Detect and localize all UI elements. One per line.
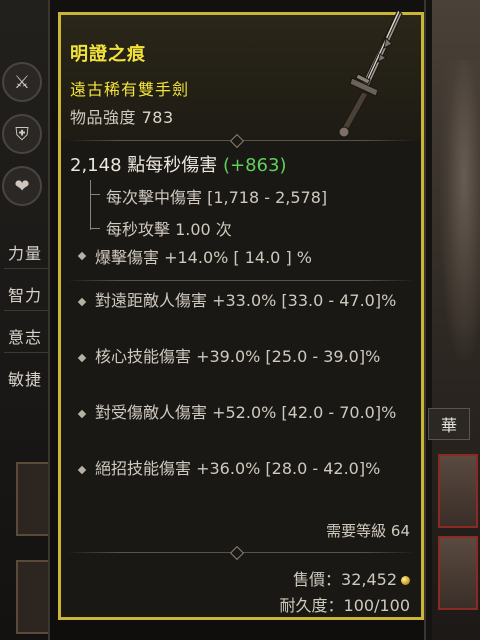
sell-price-label: 售價： bbox=[293, 570, 342, 589]
affix-line: 核心技能傷害 +39.0% [25.0 - 39.0]% bbox=[95, 347, 381, 366]
divider bbox=[66, 280, 416, 281]
sell-price: 售價：32,452 bbox=[293, 566, 410, 590]
dps-bonus: (+863) bbox=[223, 155, 287, 176]
shield-icon[interactable]: ⛨ bbox=[2, 114, 42, 154]
sell-price-value: 32,452 bbox=[341, 570, 397, 589]
affix-line: 對遠距敵人傷害 +33.0% [33.0 - 47.0]% bbox=[95, 291, 397, 310]
gold-coin-icon bbox=[401, 576, 410, 585]
stat-strength-label: 力量 bbox=[8, 244, 43, 263]
implicit-affix: 爆擊傷害 +14.0% [ 14.0 ] % bbox=[95, 248, 312, 267]
durability-label: 耐久度： bbox=[279, 596, 344, 615]
item-type: 遠古稀有雙手劍 bbox=[70, 80, 190, 99]
attacks-per-second: 每秒攻擊 1.00 次 bbox=[106, 220, 232, 239]
item-power-label: 物品強度 bbox=[70, 108, 137, 127]
tab-label[interactable]: 華 bbox=[428, 408, 470, 440]
durability: 耐久度：100/100 bbox=[280, 592, 410, 616]
dps-value: 2,148 bbox=[70, 155, 122, 176]
affix-line: 絕招技能傷害 +36.0% [28.0 - 42.0]% bbox=[95, 459, 381, 478]
required-level: 需要等級 64 bbox=[326, 522, 410, 540]
tree-connector bbox=[90, 194, 100, 195]
stat-dexterity-label: 敏捷 bbox=[8, 370, 43, 389]
durability-value: 100/100 bbox=[343, 596, 410, 615]
tree-connector bbox=[90, 180, 91, 230]
stat-willpower-label: 意志 bbox=[8, 328, 43, 347]
crossed-swords-icon[interactable]: ⚔ bbox=[2, 62, 42, 102]
dps-label: 點每秒傷害 bbox=[127, 155, 218, 176]
damage-per-hit: 每次擊中傷害 [1,718 - 2,578] bbox=[106, 188, 328, 207]
item-dps: 2,148 點每秒傷害 (+863) bbox=[70, 151, 286, 177]
affix-line: 對受傷敵人傷害 +52.0% [42.0 - 70.0]% bbox=[95, 403, 397, 422]
heart-icon[interactable]: ❤ bbox=[2, 166, 42, 206]
stat-intelligence-label: 智力 bbox=[8, 286, 43, 305]
inventory-item[interactable] bbox=[438, 536, 478, 610]
item-power: 物品強度 783 bbox=[70, 104, 174, 128]
character-preview bbox=[440, 60, 480, 360]
item-sword-image bbox=[328, 8, 406, 140]
item-name: 明證之痕 bbox=[70, 44, 146, 65]
tree-connector bbox=[90, 228, 100, 229]
inventory-item[interactable] bbox=[438, 454, 478, 528]
item-power-value: 783 bbox=[141, 108, 174, 127]
